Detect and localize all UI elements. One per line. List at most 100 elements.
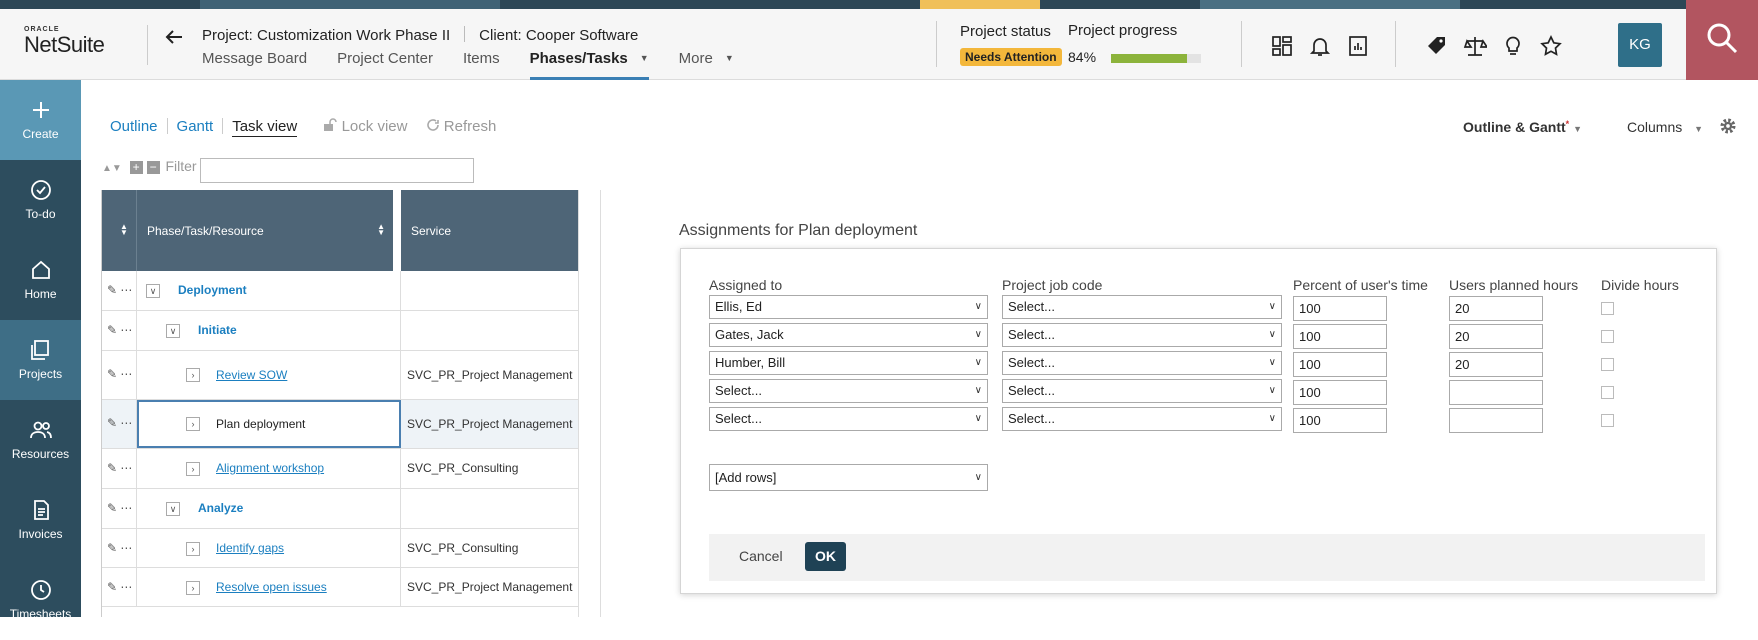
task-name[interactable]: Initiate (198, 323, 237, 337)
task-name[interactable]: Analyze (198, 501, 243, 515)
grid-header-service[interactable]: Service (401, 190, 580, 271)
table-row[interactable]: ✎ ⋯ ∨ Deployment (102, 271, 580, 311)
netsuite-logo[interactable]: ORACLE NetSuite (24, 26, 124, 57)
dashboard-icon[interactable] (1270, 34, 1296, 60)
hours-input[interactable]: 20 (1449, 352, 1543, 377)
tab-outline[interactable]: Outline (110, 118, 158, 135)
table-row[interactable]: ✎ ⋯ › Plan deployment SVC_PR_Project Man… (102, 400, 580, 449)
row-edit-icon[interactable]: ✎ ⋯ (107, 580, 132, 594)
table-row[interactable]: ✎ ⋯ ∨ Initiate (102, 311, 580, 351)
sidebar-item-projects[interactable]: Projects (0, 320, 81, 400)
task-name[interactable]: Plan deployment (216, 417, 305, 431)
assigned-to-select[interactable]: Select... ∨ (709, 407, 988, 431)
row-edit-icon[interactable]: ✎ ⋯ (107, 541, 132, 555)
assigned-to-select[interactable]: Select... ∨ (709, 379, 988, 403)
chevron-right-icon[interactable]: › (186, 542, 200, 556)
chevron-right-icon[interactable]: › (186, 462, 200, 476)
tag-icon[interactable] (1425, 34, 1451, 60)
task-name[interactable]: Resolve open issues (216, 580, 327, 594)
nav-items[interactable]: Items (463, 50, 500, 80)
chevron-right-icon[interactable]: › (186, 368, 200, 382)
hours-input[interactable]: 20 (1449, 324, 1543, 349)
collapse-all-icon[interactable]: − (146, 161, 160, 174)
tab-gantt[interactable]: Gantt (177, 118, 214, 135)
sidebar-item-todo[interactable]: To-do (0, 160, 81, 240)
sort-icon[interactable]: ▲▼ (102, 163, 122, 174)
report-icon[interactable] (1346, 34, 1372, 60)
percent-input[interactable]: 100 (1293, 352, 1387, 377)
job-code-select[interactable]: Select... ∨ (1002, 407, 1282, 431)
chevron-down-icon[interactable]: ∨ (146, 284, 160, 298)
add-rows-select[interactable]: [Add rows] ∨ (709, 464, 988, 491)
divide-hours-checkbox[interactable] (1601, 386, 1614, 399)
tab-task-view[interactable]: Task view (232, 118, 298, 137)
refresh-label: Refresh (443, 118, 497, 135)
nav-project-center[interactable]: Project Center (337, 50, 433, 80)
sort-icon[interactable]: ▲▼ (120, 223, 128, 237)
columns-select[interactable]: Columns ▼ (1627, 119, 1703, 135)
table-row[interactable]: ✎ ⋯ › Review SOW SVC_PR_Project Manageme… (102, 351, 580, 400)
assigned-to-select[interactable]: Humber, Bill ∨ (709, 351, 988, 375)
sidebar-item-invoices[interactable]: Invoices (0, 480, 81, 560)
ok-button[interactable]: OK (805, 542, 846, 571)
hours-input[interactable] (1449, 380, 1543, 405)
row-edit-icon[interactable]: ✎ ⋯ (107, 461, 132, 475)
job-code-select[interactable]: Select... ∨ (1002, 295, 1282, 319)
assigned-to-select[interactable]: Gates, Jack ∨ (709, 323, 988, 347)
task-name[interactable]: Review SOW (216, 368, 287, 382)
hours-input[interactable]: 20 (1449, 296, 1543, 321)
star-icon[interactable] (1539, 34, 1565, 60)
row-edit-icon[interactable]: ✎ ⋯ (107, 283, 132, 297)
chevron-down-icon[interactable]: ▼ (640, 53, 649, 63)
divide-hours-checkbox[interactable] (1601, 414, 1614, 427)
row-edit-icon[interactable]: ✎ ⋯ (107, 367, 132, 381)
table-row[interactable]: ✎ ⋯ › Resolve open issues SVC_PR_Project… (102, 568, 580, 607)
sidebar-item-home[interactable]: Home (0, 240, 81, 320)
divide-hours-checkbox[interactable] (1601, 330, 1614, 343)
scale-icon[interactable] (1463, 34, 1489, 60)
expand-all-icon[interactable]: + (129, 161, 143, 174)
bell-icon[interactable] (1308, 34, 1334, 60)
table-row[interactable]: ✎ ⋯ › Alignment workshop SVC_PR_Consulti… (102, 449, 580, 489)
back-arrow-icon[interactable] (164, 27, 186, 51)
chevron-right-icon[interactable]: › (186, 581, 200, 595)
table-row[interactable]: ✎ ⋯ ∨ Analyze (102, 489, 580, 529)
hours-input[interactable] (1449, 408, 1543, 433)
client-name[interactable]: Client: Cooper Software (479, 27, 638, 44)
percent-input[interactable]: 100 (1293, 408, 1387, 433)
cancel-button[interactable]: Cancel (739, 548, 783, 564)
divide-hours-checkbox[interactable] (1601, 302, 1614, 315)
gear-icon[interactable] (1718, 116, 1740, 138)
task-name[interactable]: Identify gaps (216, 541, 284, 555)
sidebar-item-create[interactable]: Create (0, 80, 81, 160)
row-edit-icon[interactable]: ✎ ⋯ (107, 323, 132, 337)
assigned-to-select[interactable]: Ellis, Ed ∨ (709, 295, 988, 319)
grid-scrollbar[interactable] (578, 190, 601, 617)
row-edit-icon[interactable]: ✎ ⋯ (107, 501, 132, 515)
chevron-down-icon[interactable]: ∨ (166, 324, 180, 338)
view-select[interactable]: Outline & Gantt* ▼ (1463, 119, 1582, 135)
job-code-select[interactable]: Select... ∨ (1002, 351, 1282, 375)
filter-input[interactable] (200, 158, 474, 183)
nav-phases-tasks[interactable]: Phases/Tasks ▼ (529, 50, 649, 80)
row-edit-icon[interactable]: ✎ ⋯ (107, 416, 132, 430)
table-row[interactable]: ✎ ⋯ › Identify gaps SVC_PR_Consulting (102, 529, 580, 568)
avatar[interactable]: KG (1618, 23, 1662, 67)
chevron-down-icon[interactable]: ∨ (166, 502, 180, 516)
divide-hours-checkbox[interactable] (1601, 358, 1614, 371)
task-name[interactable]: Deployment (178, 283, 247, 297)
bulb-icon[interactable] (1501, 34, 1527, 60)
sidebar-item-timesheets[interactable]: Timesheets (0, 560, 81, 640)
chevron-right-icon[interactable]: › (186, 417, 200, 431)
grid-header-name[interactable]: Phase/Task/Resource ▲ ▼ (137, 190, 397, 271)
percent-input[interactable]: 100 (1293, 380, 1387, 405)
job-code-select[interactable]: Select... ∨ (1002, 323, 1282, 347)
sidebar-item-resources[interactable]: Resources (0, 400, 81, 480)
nav-more[interactable]: More ▼ (679, 50, 734, 80)
job-code-select[interactable]: Select... ∨ (1002, 379, 1282, 403)
task-name[interactable]: Alignment workshop (216, 461, 324, 475)
global-search-button[interactable] (1686, 0, 1758, 80)
nav-message-board[interactable]: Message Board (202, 50, 307, 80)
percent-input[interactable]: 100 (1293, 296, 1387, 321)
percent-input[interactable]: 100 (1293, 324, 1387, 349)
